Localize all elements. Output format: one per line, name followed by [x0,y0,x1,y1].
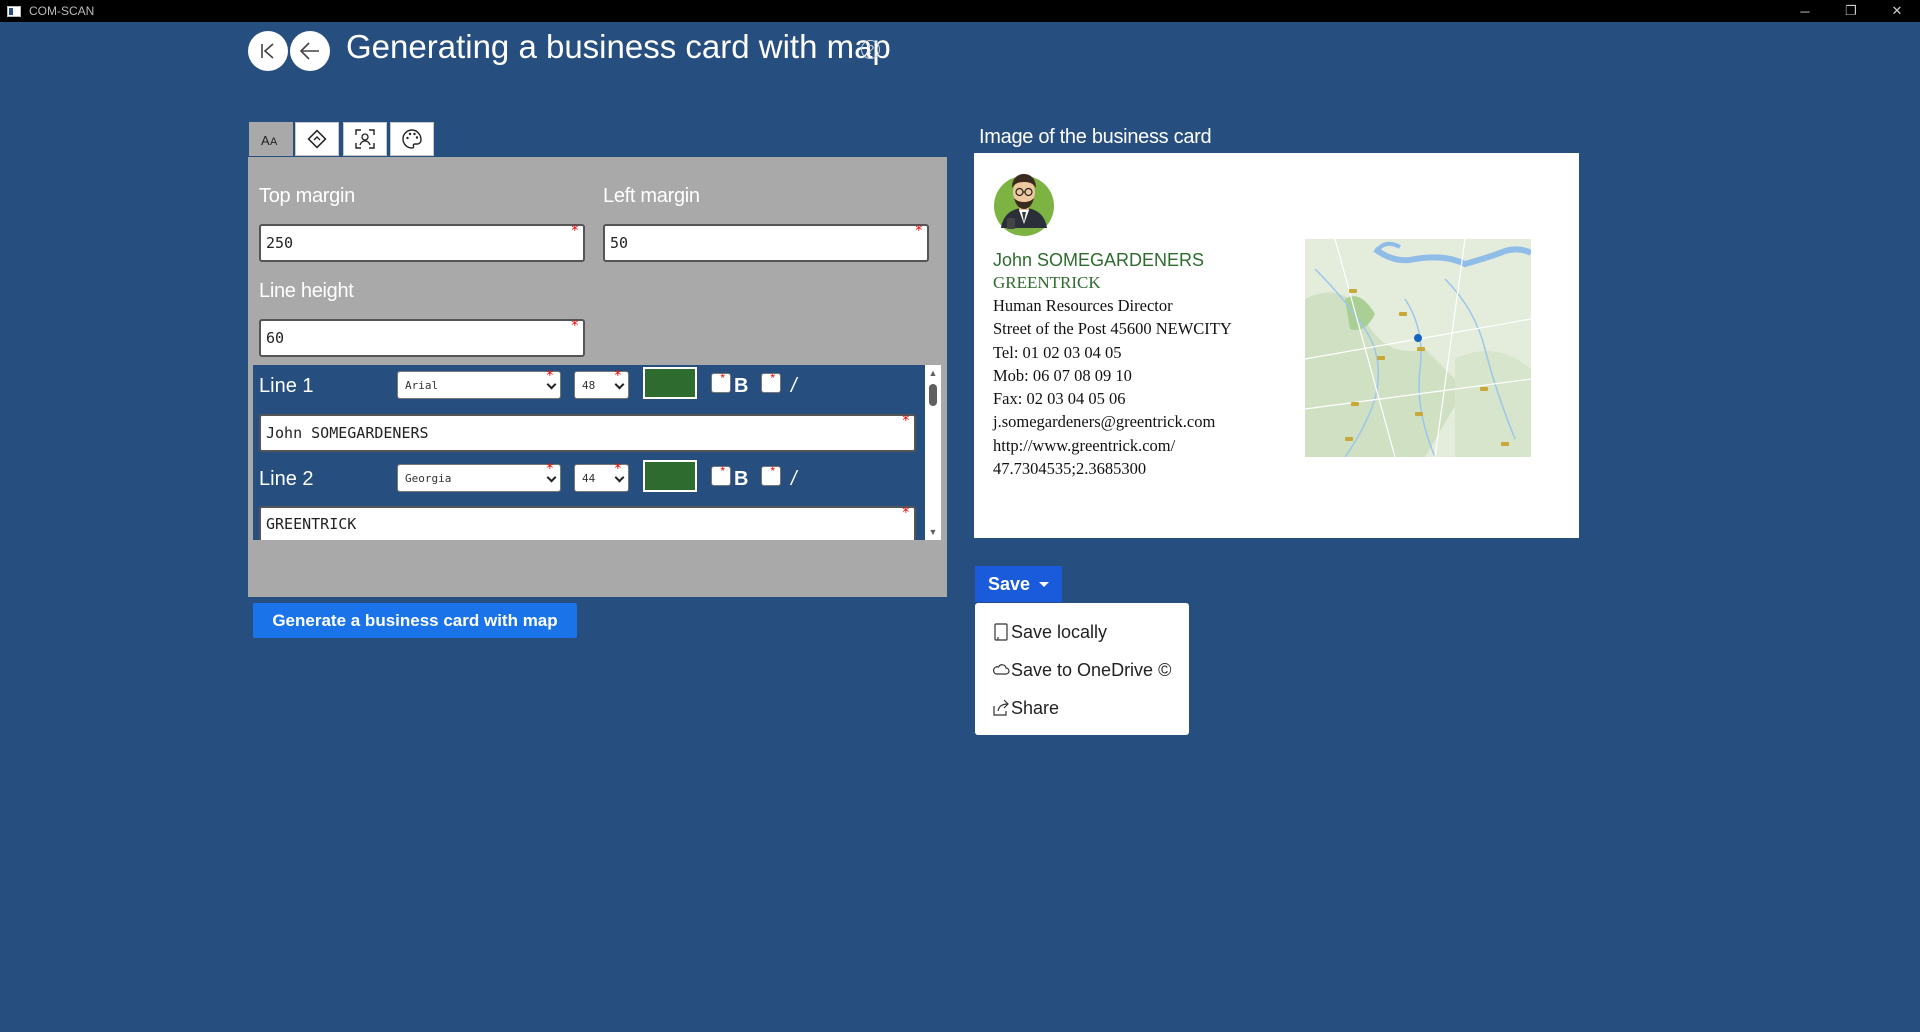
line-1-text-input[interactable]: John SOMEGARDENERS * [259,414,916,452]
line-1-italic-checkbox[interactable]: * [761,371,781,393]
chevron-down-icon [614,379,625,390]
location-map [1305,239,1531,457]
line-2-font-select[interactable]: Georgia * [397,462,561,492]
required-marker: * [914,223,923,239]
line-2-bold-label: B [734,468,749,490]
tab-text-format[interactable]: A A [249,122,293,156]
menu-item-label: Save locally [1011,621,1108,642]
generate-card-button[interactable]: Generate a business card with map [253,603,577,638]
line-2-label: Line 2 [259,468,314,490]
line-1-font-select[interactable]: Arial * [397,369,561,399]
page-title: Generating a business card with map [346,28,891,65]
line-2-text-value: GREENTRICK [266,515,357,533]
svg-text:A: A [261,133,270,148]
scroll-down-arrow[interactable]: ▼ [925,525,941,539]
required-marker: * [570,223,579,239]
first-page-button[interactable] [248,31,288,71]
save-button[interactable]: Save [975,566,1062,602]
line-2-font-value: Georgia [405,471,452,485]
required-marker: * [570,318,579,334]
card-coordinates: 47.7304535;2.3685300 [993,459,1147,478]
line-1-color-picker[interactable] [643,367,697,399]
chevron-down-icon [546,379,557,390]
card-address: Street of the Post 45600 NEWCITY [993,319,1232,338]
share-icon [993,699,1009,716]
line-1-label: Line 1 [259,375,314,397]
line-2-bold-checkbox[interactable]: * [711,464,731,486]
tab-palette[interactable] [390,122,434,156]
device-icon [994,623,1008,641]
lines-scrollbar[interactable]: ▲ ▼ [925,365,941,540]
help-icon[interactable]: ? [861,40,880,59]
card-job-title: Human Resources Director [993,296,1173,315]
line-2-text-input[interactable]: GREENTRICK * [259,506,916,540]
card-preview-heading: Image of the business card [979,126,1212,148]
window-title: COM-SCAN [29,4,95,18]
chevron-down-icon [546,472,557,483]
chevron-down-icon [614,472,625,483]
card-tel: Tel: 01 02 03 04 05 [993,343,1122,362]
save-dropdown-menu: Save locally Save to OneDrive © Share [975,603,1189,735]
window-titlebar: COM-SCAN ─ ❐ ✕ [0,0,1920,22]
left-margin-value: 50 [610,234,629,252]
menu-item-share[interactable]: Share [991,696,1059,720]
tab-position[interactable] [295,122,339,156]
person-frame-icon [355,129,375,149]
line-2-italic-label: / [791,468,797,490]
line-1-bold-label: B [734,375,749,397]
menu-item-save-onedrive[interactable]: Save to OneDrive © [991,658,1171,682]
top-margin-input[interactable]: 250 * [259,224,585,262]
required-marker: * [901,505,910,521]
palette-icon [402,129,422,149]
text-size-icon: A A [261,133,278,148]
line-height-input[interactable]: 60 * [259,319,585,357]
required-marker: * [901,413,910,429]
scroll-thumb[interactable] [929,384,937,406]
line-1-text-value: John SOMEGARDENERS [266,424,429,442]
card-mob: Mob: 06 07 08 09 10 [993,366,1132,385]
line-1-size-select[interactable]: 48 * [574,369,629,399]
line-2-size-value: 44 [582,471,596,485]
line-1-font-value: Arial [405,378,439,392]
top-margin-value: 250 [266,234,294,252]
back-button[interactable] [290,31,330,71]
line-1-size-value: 48 [582,378,596,392]
line-2-color-picker[interactable] [643,460,697,492]
scroll-up-arrow[interactable]: ▲ [925,366,941,380]
skip-back-icon [261,43,274,59]
card-name: John SOMEGARDENERS [993,250,1205,270]
svg-text:A: A [270,136,278,148]
line-1-bold-checkbox[interactable]: * [711,371,731,393]
menu-item-save-locally[interactable]: Save locally [991,620,1107,644]
save-label: Save [988,573,1031,594]
close-button[interactable]: ✕ [1874,0,1920,22]
left-margin-label: Left margin [603,185,700,207]
line-height-value: 60 [266,329,285,347]
line-1-italic-label: / [791,375,797,397]
top-margin-label: Top margin [259,185,355,207]
menu-item-label: Share [1011,697,1060,718]
card-fax: Fax: 02 03 04 05 06 [993,389,1126,408]
menu-item-label: Save to OneDrive © [1011,659,1172,680]
restore-button[interactable]: ❐ [1828,0,1874,22]
line-height-label: Line height [259,280,354,302]
tab-contact[interactable] [343,122,387,156]
minimize-button[interactable]: ─ [1782,0,1828,22]
card-company: GREENTRICK [993,273,1101,292]
app-icon [7,5,21,17]
diamond-arrow-icon [307,129,327,149]
card-email: j.somegardeners@greentrick.com [993,412,1216,431]
arrow-left-icon [299,42,319,60]
card-website: http://www.greentrick.com/ [993,436,1176,455]
left-margin-input[interactable]: 50 * [603,224,929,262]
line-2-size-select[interactable]: 44 * [574,462,629,492]
line-2-italic-checkbox[interactable]: * [761,464,781,486]
avatar [994,174,1054,236]
cloud-icon [992,664,1010,675]
caret-down-icon [1039,582,1049,587]
window-controls: ─ ❐ ✕ [1782,0,1920,22]
